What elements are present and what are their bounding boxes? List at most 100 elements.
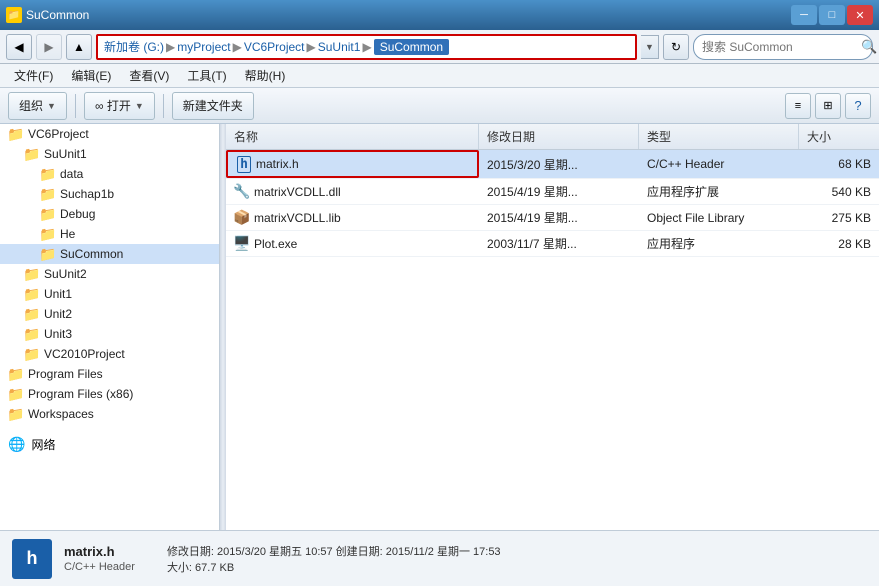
view-list-button[interactable]: ≡ bbox=[785, 93, 811, 119]
tree-label: VC2010Project bbox=[44, 347, 125, 361]
tree-label: Unit1 bbox=[44, 287, 72, 301]
file-name: Plot.exe bbox=[254, 237, 297, 251]
breadcrumb-myproject[interactable]: myProject bbox=[177, 40, 230, 54]
breadcrumb-current[interactable]: SuCommon bbox=[374, 39, 449, 55]
folder-icon: 📁 bbox=[24, 327, 40, 341]
folder-icon: 📁 bbox=[40, 227, 56, 241]
file-size-cell: 275 KB bbox=[799, 205, 879, 230]
address-bar: ◀ ▶ ▲ 新加卷 (G:) ▶ myProject ▶ VC6Project … bbox=[0, 30, 879, 64]
menu-file[interactable]: 文件(F) bbox=[6, 65, 61, 86]
back-button[interactable]: ◀ bbox=[6, 34, 32, 60]
col-name[interactable]: 名称 bbox=[226, 124, 479, 149]
network-label: 网络 bbox=[31, 436, 55, 453]
file-list: hmatrix.h2015/3/20 星期...C/C++ Header68 K… bbox=[226, 150, 879, 530]
tree-item[interactable]: 📁data bbox=[0, 164, 219, 184]
folder-icon: 📁 bbox=[24, 147, 40, 161]
new-folder-label: 新建文件夹 bbox=[183, 97, 243, 114]
file-name-cell: hmatrix.h bbox=[226, 150, 479, 178]
tree-item[interactable]: 📁 Program Files (x86) bbox=[0, 384, 219, 404]
file-name-cell: 🖥️Plot.exe bbox=[226, 231, 479, 256]
minimize-button[interactable]: ─ bbox=[791, 5, 817, 25]
open-button[interactable]: ∞ 打开 ▼ bbox=[84, 92, 155, 120]
col-size[interactable]: 大小 bbox=[799, 124, 879, 149]
tree-item[interactable]: 📁 Unit1 bbox=[0, 284, 219, 304]
file-type-icon: h bbox=[236, 156, 252, 172]
status-details: 修改日期: 2015/3/20 星期五 10:57 创建日期: 2015/11/… bbox=[167, 543, 501, 575]
tree-item[interactable]: 📁Workspaces bbox=[0, 404, 219, 424]
tree-item[interactable]: 📁SuCommon bbox=[0, 244, 219, 264]
folder-icon: 📁 bbox=[40, 207, 56, 221]
open-label: ∞ 打开 bbox=[95, 97, 131, 114]
menu-edit[interactable]: 编辑(E) bbox=[63, 65, 119, 86]
tree-label: Program Files (x86) bbox=[28, 387, 133, 401]
folder-icon: 📁 bbox=[8, 387, 24, 401]
tree-item[interactable]: 📁 VC2010Project bbox=[0, 344, 219, 364]
up-button[interactable]: ▲ bbox=[66, 34, 92, 60]
network-item[interactable]: 🌐 网络 bbox=[0, 432, 219, 457]
folder-icon: 📁 bbox=[40, 187, 56, 201]
folder-icon: 📁 bbox=[8, 407, 24, 421]
tree-item[interactable]: 📁VC6Project bbox=[0, 124, 219, 144]
folder-icon: 📁 bbox=[24, 267, 40, 281]
tree-item[interactable]: 📁Program Files bbox=[0, 364, 219, 384]
tree-label: SuUnit1 bbox=[44, 147, 87, 161]
table-row[interactable]: 🖥️Plot.exe2003/11/7 星期...应用程序28 KB bbox=[226, 231, 879, 257]
breadcrumb-bar: 新加卷 (G:) ▶ myProject ▶ VC6Project ▶ SuUn… bbox=[96, 34, 637, 60]
folder-icon: 📁 bbox=[24, 347, 40, 361]
refresh-button[interactable]: ↻ bbox=[663, 34, 689, 60]
new-folder-button[interactable]: 新建文件夹 bbox=[172, 92, 254, 120]
breadcrumb-suunit1[interactable]: SuUnit1 bbox=[318, 40, 361, 54]
help-button[interactable]: ? bbox=[845, 93, 871, 119]
col-date[interactable]: 修改日期 bbox=[479, 124, 639, 149]
file-type-cell: Object File Library bbox=[639, 205, 799, 230]
organize-arrow: ▼ bbox=[47, 101, 56, 111]
toolbar-separator-1 bbox=[75, 94, 76, 118]
file-size-cell: 28 KB bbox=[799, 231, 879, 256]
file-name: matrixVCDLL.lib bbox=[254, 211, 341, 225]
left-panel: 📁VC6Project📁SuUnit1📁data📁Suchap1b📁Debug📁… bbox=[0, 124, 220, 530]
tree-item[interactable]: 📁 SuUnit1 bbox=[0, 144, 219, 164]
menu-help[interactable]: 帮助(H) bbox=[237, 65, 294, 86]
file-name-cell: 🔧 matrixVCDLL.dll bbox=[226, 179, 479, 204]
breadcrumb-drive[interactable]: 新加卷 (G:) bbox=[104, 38, 164, 55]
file-type-icon: 🔧 bbox=[234, 184, 250, 200]
right-panel: 名称 修改日期 类型 大小 hmatrix.h2015/3/20 星期...C/… bbox=[226, 124, 879, 530]
search-input[interactable] bbox=[702, 40, 857, 54]
tree-item[interactable]: 📁Debug bbox=[0, 204, 219, 224]
table-row[interactable]: 📦matrixVCDLL.lib2015/4/19 星期...Object Fi… bbox=[226, 205, 879, 231]
organize-button[interactable]: 组织 ▼ bbox=[8, 92, 67, 120]
close-button[interactable]: ✕ bbox=[847, 5, 873, 25]
file-date-cell: 2015/4/19 星期... bbox=[479, 179, 639, 204]
status-info: matrix.h C/C++ Header bbox=[64, 544, 135, 573]
folder-icon: 📁 bbox=[24, 287, 40, 301]
main-content: 📁VC6Project📁SuUnit1📁data📁Suchap1b📁Debug📁… bbox=[0, 124, 879, 530]
file-date-cell: 2015/4/19 星期... bbox=[479, 205, 639, 230]
view-details-button[interactable]: ⊞ bbox=[815, 93, 841, 119]
tree-item[interactable]: 📁Unit3 bbox=[0, 324, 219, 344]
tree-item[interactable]: 📁He bbox=[0, 224, 219, 244]
tree-item[interactable]: 📁Unit2 bbox=[0, 304, 219, 324]
maximize-button[interactable]: □ bbox=[819, 5, 845, 25]
menu-tools[interactable]: 工具(T) bbox=[179, 65, 234, 86]
tree-label: SuUnit2 bbox=[44, 267, 87, 281]
table-row[interactable]: 🔧matrixVCDLL.dll2015/4/19 星期...应用程序扩展540… bbox=[226, 179, 879, 205]
tree-item[interactable]: 📁 SuUnit2 bbox=[0, 264, 219, 284]
table-row[interactable]: hmatrix.h2015/3/20 星期...C/C++ Header68 K… bbox=[226, 150, 879, 179]
forward-button[interactable]: ▶ bbox=[36, 34, 62, 60]
toolbar-right: ≡ ⊞ ? bbox=[785, 93, 871, 119]
toolbar-separator-2 bbox=[163, 94, 164, 118]
open-arrow: ▼ bbox=[135, 101, 144, 111]
menu-view[interactable]: 查看(V) bbox=[121, 65, 177, 86]
col-type[interactable]: 类型 bbox=[639, 124, 799, 149]
file-name: matrixVCDLL.dll bbox=[254, 185, 341, 199]
tree-label: SuCommon bbox=[60, 247, 123, 261]
search-icon[interactable]: 🔍 bbox=[861, 39, 877, 55]
tree-item[interactable]: 📁 Suchap1b bbox=[0, 184, 219, 204]
tree-label: Program Files bbox=[28, 367, 103, 381]
breadcrumb-dropdown[interactable]: ▼ bbox=[641, 35, 659, 59]
breadcrumb-vc6project[interactable]: VC6Project bbox=[244, 40, 305, 54]
file-size-cell: 68 KB bbox=[799, 150, 879, 178]
tree-label: Suchap1b bbox=[60, 187, 114, 201]
menu-bar: 文件(F) 编辑(E) 查看(V) 工具(T) 帮助(H) bbox=[0, 64, 879, 88]
file-type-cell: C/C++ Header bbox=[639, 150, 799, 178]
